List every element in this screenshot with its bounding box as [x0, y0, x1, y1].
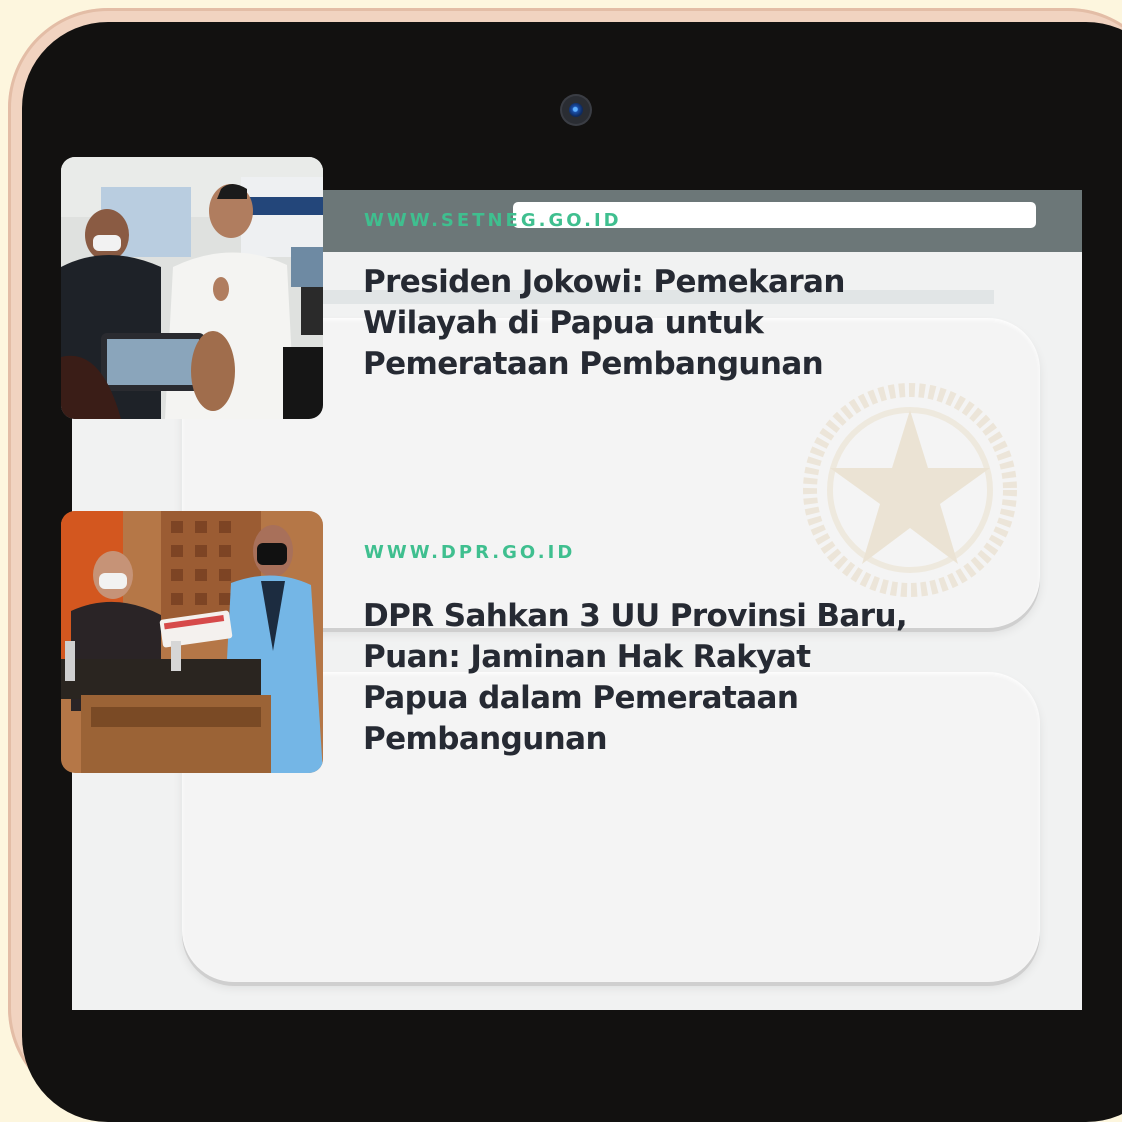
article-thumbnail-president[interactable] [61, 157, 323, 419]
front-camera-icon [562, 96, 590, 124]
article-source-label[interactable]: WWW.SETNEG.GO.ID [364, 210, 622, 231]
article-headline[interactable]: Presiden Jokowi: Pemekaran Wilayah di Pa… [363, 262, 863, 385]
camera-lens [569, 103, 583, 117]
article-headline[interactable]: DPR Sahkan 3 UU Provinsi Baru, Puan: Jam… [363, 596, 923, 760]
article-thumbnail-dpr[interactable] [61, 511, 323, 773]
article-source-label[interactable]: WWW.DPR.GO.ID [364, 542, 575, 563]
president-photo-image [61, 157, 323, 419]
dpr-photo-image [61, 511, 323, 773]
garuda-star-emblem-icon [803, 383, 1017, 597]
